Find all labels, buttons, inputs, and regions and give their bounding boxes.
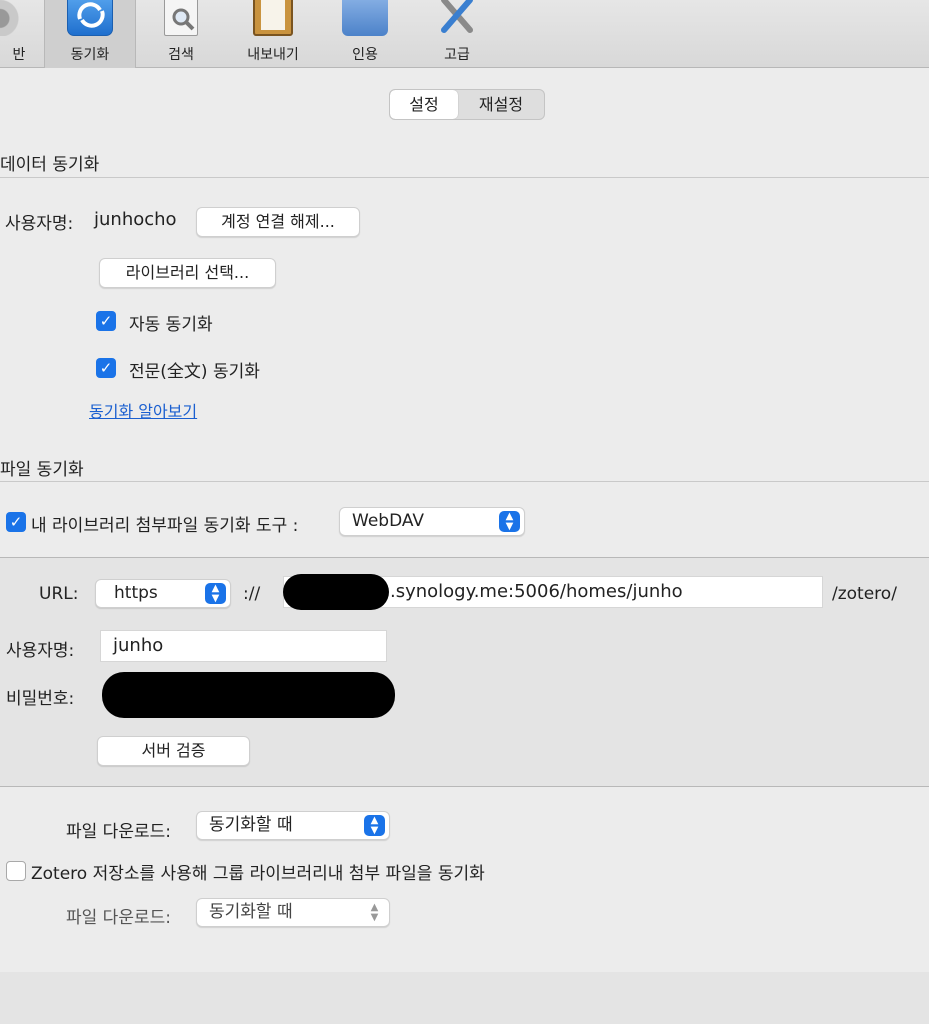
file-sync-section-title: 파일 동기화 [0, 460, 84, 480]
tab-settings[interactable]: 설정 [390, 90, 458, 119]
chevron-up-down-icon: ▲ ▼ [370, 902, 379, 923]
unlink-account-button[interactable]: 계정 연결 해제... [196, 207, 360, 237]
toolbar-item-advanced[interactable]: 고급 [411, 0, 503, 68]
wrench-screwdriver-icon [441, 0, 473, 33]
group-storage-label: Zotero 저장소를 사용해 그룹 라이브러리내 첨부 파일을 동기화 [31, 864, 485, 884]
toolbar-label: 동기화 [70, 47, 110, 63]
toolbar-item-search[interactable]: 검색 [135, 0, 227, 68]
sync-tool-value: WebDAV [352, 511, 425, 531]
data-sync-section-title: 데이터 동기화 [0, 155, 100, 175]
sync-tool-select[interactable]: WebDAV ▲ ▼ [339, 507, 525, 536]
account-username-label: 사용자명: [5, 214, 74, 234]
redacted-host [283, 574, 389, 610]
sync-icon [67, 0, 113, 36]
webdav-settings-panel: URL: https ▲ ▼ :// .synology.me:5006/home… [0, 557, 929, 787]
auto-sync-label: 자동 동기화 [129, 315, 213, 335]
toolbar-item-export[interactable]: 내보내기 [227, 0, 319, 68]
fulltext-sync-checkbox[interactable]: ✓ [96, 358, 116, 378]
choose-library-button[interactable]: 라이브러리 선택... [99, 258, 276, 288]
toolbar-item-sync[interactable]: 동기화 [44, 0, 136, 68]
toolbar-label: 고급 [444, 47, 470, 63]
download-mode-label: 파일 다운로드: [66, 822, 171, 842]
tools-icon [434, 0, 480, 36]
chevron-up-down-icon: ▲ ▼ [205, 583, 226, 604]
webdav-password-input[interactable] [102, 672, 395, 718]
group-storage-checkbox[interactable] [6, 861, 26, 881]
url-scheme-separator: :// [243, 584, 261, 604]
url-suffix: /zotero/ [832, 584, 897, 604]
gear-icon [0, 0, 23, 36]
download-mode-select[interactable]: 동기화할 때 ▲ ▼ [196, 811, 390, 840]
toolbar-item-general[interactable]: 반 [0, 0, 46, 68]
webdav-username-value: junho [113, 635, 164, 656]
clipboard-icon [253, 0, 293, 36]
search-document-icon [164, 0, 198, 36]
group-download-mode-select[interactable]: 동기화할 때 ▲ ▼ [196, 898, 390, 927]
chevron-up-down-icon: ▲ ▼ [499, 511, 520, 532]
magnifier-icon [172, 8, 195, 31]
toolbar-item-cite[interactable]: 인용 [319, 0, 411, 68]
account-username-value: junhocho [94, 209, 177, 230]
download-mode-value: 동기화할 때 [209, 815, 293, 835]
my-library-sync-checkbox[interactable]: ✓ [6, 512, 26, 532]
divider [0, 481, 929, 482]
fulltext-sync-label: 전문(全文) 동기화 [129, 362, 260, 382]
protocol-select[interactable]: https ▲ ▼ [95, 579, 231, 608]
chevron-up-down-icon: ▲ ▼ [364, 815, 385, 836]
sync-arrows-icon [77, 2, 105, 28]
toolbar-label: 검색 [168, 47, 194, 63]
group-download-mode-value: 동기화할 때 [209, 902, 293, 922]
toolbar-label: 반 [12, 47, 26, 63]
webdav-password-label: 비밀번호: [6, 689, 75, 709]
verify-server-button[interactable]: 서버 검증 [97, 736, 250, 766]
my-library-sync-label: 내 라이브러리 첨부파일 동기화 도구 : [31, 516, 299, 536]
learn-sync-link[interactable]: 동기화 알아보기 [89, 398, 197, 422]
webdav-username-label: 사용자명: [6, 641, 75, 661]
group-download-mode-label: 파일 다운로드: [66, 908, 171, 928]
url-label: URL: [39, 584, 79, 604]
webdav-username-input[interactable]: junho [100, 630, 387, 662]
toolbar-label: 내보내기 [247, 47, 299, 63]
divider [0, 177, 929, 178]
settings-tab-control: 설정 재설정 [389, 89, 545, 120]
auto-sync-checkbox[interactable]: ✓ [96, 311, 116, 331]
folder-icon [342, 0, 388, 36]
toolbar-label: 인용 [352, 47, 378, 63]
protocol-value: https [114, 583, 158, 603]
window-footer [0, 972, 929, 1024]
tab-reset[interactable]: 재설정 [458, 90, 544, 119]
preferences-toolbar: 반 동기화 검색 내보내기 인용 고급 [0, 0, 929, 68]
